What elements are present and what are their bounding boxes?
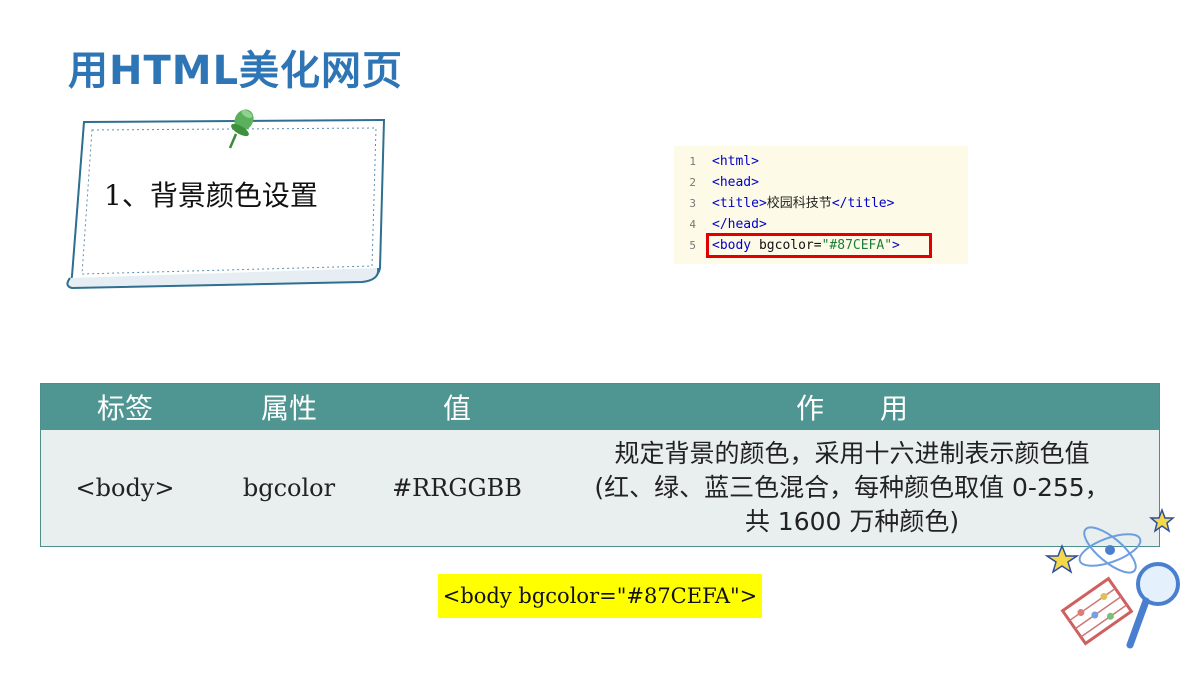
example-code: <body bgcolor="#87CEFA"> [438,574,762,618]
header-purpose: 作 用 [545,383,1160,430]
header-tag: 标签 [40,383,209,430]
attribute-table: 标签 属性 值 作 用 <body> bgcolor #RRGGBB 规定背景的… [40,383,1160,547]
purpose-line: 规定背景的颜色，采用十六进制表示颜色值 [614,439,1090,468]
table-header-row: 标签 属性 值 作 用 [40,383,1160,430]
table-row: <body> bgcolor #RRGGBB 规定背景的颜色，采用十六进制表示颜… [40,430,1160,547]
cell-value: #RRGGBB [369,430,545,547]
pushpin-icon [228,109,254,149]
slide-title: 用HTML美化网页 [68,48,404,94]
header-value: 值 [369,383,545,430]
cell-attribute: bgcolor [209,430,369,547]
cell-tag: <body> [40,430,209,547]
code-line: 2 <head> [689,175,759,190]
code-highlight-box [706,233,932,258]
code-line: 3 <title>校园科技节</title> [689,196,895,211]
note-card: 1、背景颜色设置 [62,100,392,300]
science-decoration-icon [1044,507,1180,649]
header-attribute: 属性 [209,383,369,430]
note-text: 1、背景颜色设置 [104,179,318,212]
code-line: 4 </head> [689,217,767,232]
code-line: 1 <html> [689,154,759,169]
